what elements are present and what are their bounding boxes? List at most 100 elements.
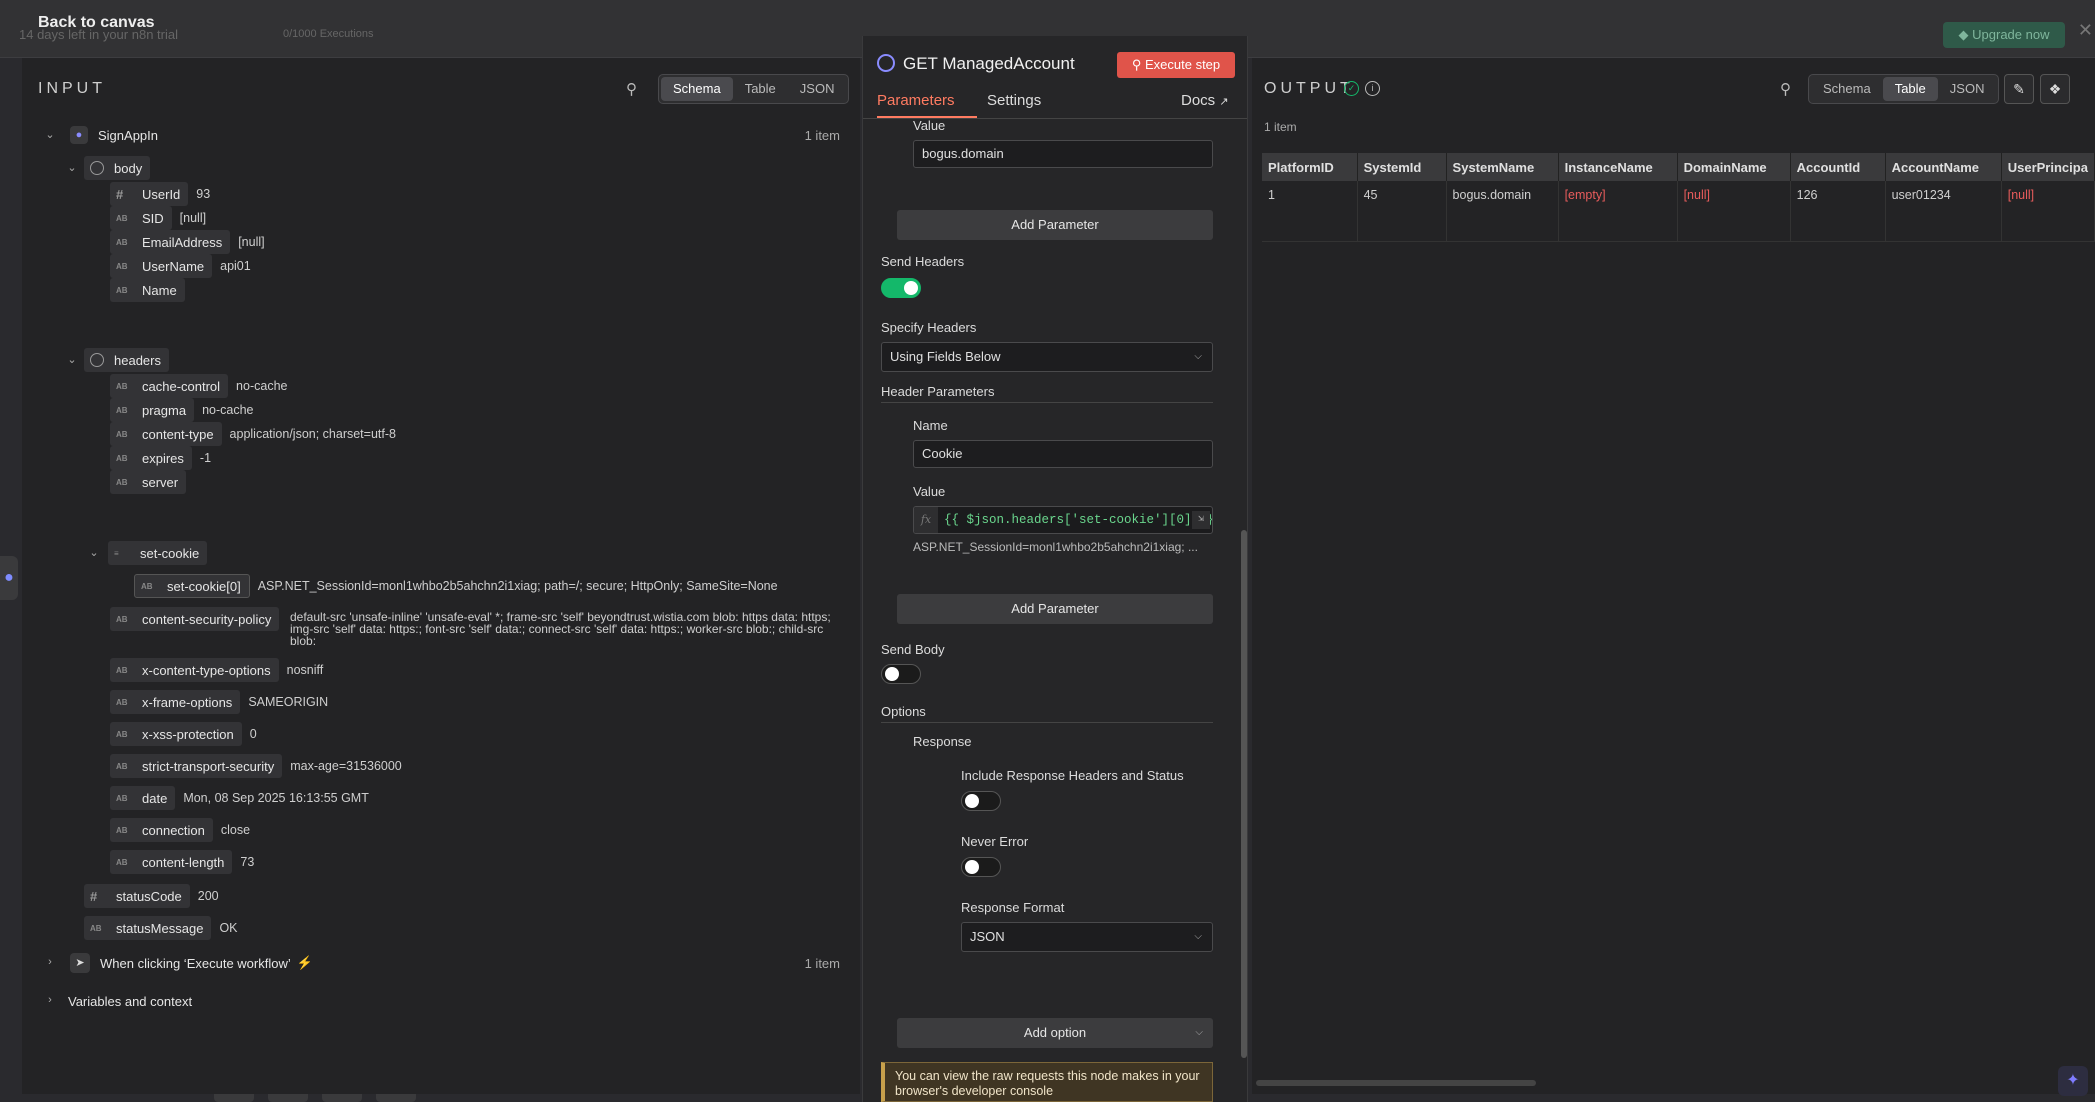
chevron-down-icon[interactable]: ⌄ xyxy=(66,353,78,366)
upgrade-button[interactable]: ◆ Upgrade now xyxy=(1943,22,2065,48)
send-headers-label: Send Headers xyxy=(881,254,965,269)
input-view-schema[interactable]: Schema xyxy=(661,77,733,101)
response-format-select[interactable]: JSON ⌵ xyxy=(961,922,1213,952)
input-title: INPUT xyxy=(38,80,106,97)
field-key: content-security-policy xyxy=(142,611,272,627)
column-header[interactable]: AccountName xyxy=(1885,153,2002,181)
field-x-frame-options[interactable]: AB x-frame-options SAMEORIGIN xyxy=(110,690,329,714)
table-cell[interactable]: 1 xyxy=(1262,181,1358,242)
column-header[interactable]: SystemName xyxy=(1446,153,1559,181)
search-icon[interactable]: ⚲ xyxy=(626,80,637,98)
value-field[interactable]: bogus.domain xyxy=(913,140,1213,168)
field-name[interactable]: AB Name xyxy=(110,278,193,302)
object-icon xyxy=(90,353,104,367)
tab-parameters[interactable]: Parameters xyxy=(877,92,955,109)
add-option-button[interactable]: Add option ⌵ xyxy=(897,1018,1213,1048)
field-key: pragma xyxy=(142,402,187,418)
specify-headers-select[interactable]: Using Fields Below ⌵ xyxy=(881,342,1213,372)
search-icon[interactable]: ⚲ xyxy=(1780,80,1791,98)
node-sign-app-in[interactable]: ● SignAppIn xyxy=(70,124,158,146)
node-trigger[interactable]: ➤ When clicking ‘Execute workflow’ ⚡ xyxy=(70,952,313,974)
field-value: default-src 'unsafe-inline' 'unsafe-eval… xyxy=(290,610,831,648)
info-icon[interactable]: i xyxy=(1365,81,1380,96)
fx-icon: fx xyxy=(914,507,938,533)
sparkle-icon[interactable]: ✦ xyxy=(2058,1066,2088,1096)
docs-link[interactable]: Docs ↗ xyxy=(1181,92,1229,109)
field-username[interactable]: AB UserName api01 xyxy=(110,254,251,278)
string-type-icon: AB xyxy=(116,857,128,867)
chevron-right-icon[interactable]: › xyxy=(44,994,56,1006)
add-parameter-button-2[interactable]: Add Parameter xyxy=(897,594,1213,624)
column-header[interactable]: PlatformID xyxy=(1262,153,1358,181)
expand-icon[interactable]: ⇲ xyxy=(1192,511,1210,529)
table-cell[interactable]: [empty] xyxy=(1558,181,1678,242)
chevron-down-icon[interactable]: ⌄ xyxy=(44,128,56,141)
header-name-field[interactable]: Cookie xyxy=(913,440,1213,468)
field-server[interactable]: AB server xyxy=(110,470,194,494)
table-cell[interactable]: bogus.domain xyxy=(1446,181,1559,242)
input-view-table[interactable]: Table xyxy=(733,77,788,101)
field-pragma[interactable]: AB pragma no-cache xyxy=(110,398,254,422)
string-type-icon: AB xyxy=(116,381,128,391)
field-key: cache-control xyxy=(142,378,221,394)
field-set-cookie-0[interactable]: AB set-cookie[0] ASP.NET_SessionId=monl1w… xyxy=(134,574,778,598)
field-content-type[interactable]: AB content-type application/json; charset=… xyxy=(110,422,396,446)
send-headers-toggle[interactable] xyxy=(881,278,921,298)
field-cache-control[interactable]: AB cache-control no-cache xyxy=(110,374,287,398)
field-statusMessage[interactable]: AB statusMessage OK xyxy=(84,916,238,940)
field-set-cookie[interactable]: ≡ set-cookie xyxy=(108,541,208,565)
field-key: strict-transport-security xyxy=(142,758,275,774)
pin-icon[interactable]: ❖ xyxy=(2040,74,2070,104)
field-userid[interactable]: # UserId 93 xyxy=(110,182,210,206)
output-view-json[interactable]: JSON xyxy=(1938,77,1997,101)
field-value: SAMEORIGIN xyxy=(248,695,329,709)
column-header[interactable]: UserPrincipa xyxy=(2001,153,2095,181)
field-content-length[interactable]: AB content-length 73 xyxy=(110,850,254,874)
output-view-table[interactable]: Table xyxy=(1882,77,1938,101)
send-body-toggle[interactable] xyxy=(881,664,921,684)
field-x-content-type-options[interactable]: AB x-content-type-options nosniff xyxy=(110,658,323,682)
field-key: server xyxy=(142,474,179,490)
close-icon[interactable]: ✕ xyxy=(2078,20,2093,41)
variables-context[interactable]: Variables and context xyxy=(68,990,192,1012)
field-date[interactable]: AB date Mon, 08 Sep 2025 16:13:55 GMT xyxy=(110,786,369,810)
params-scrollbar[interactable] xyxy=(1241,530,1247,1058)
field-chip: AB strict-transport-security xyxy=(110,754,283,778)
column-header[interactable]: SystemId xyxy=(1357,153,1447,181)
field-x-xss-protection[interactable]: AB x-xss-protection 0 xyxy=(110,722,257,746)
field-statusCode[interactable]: # statusCode 200 xyxy=(84,884,219,908)
chevron-right-icon[interactable]: › xyxy=(44,956,56,968)
field-key: EmailAddress xyxy=(142,234,223,250)
field-headers[interactable]: headers xyxy=(84,348,169,372)
column-header[interactable]: DomainName xyxy=(1677,153,1791,181)
table-cell[interactable]: [null] xyxy=(1677,181,1791,242)
add-parameter-button[interactable]: Add Parameter xyxy=(897,210,1213,240)
header-value-expression[interactable]: fx {{ $json.headers['set-cookie'][0] }} … xyxy=(913,506,1213,534)
chevron-down-icon[interactable]: ⌄ xyxy=(88,546,100,559)
field-emailaddress[interactable]: AB EmailAddress [null] xyxy=(110,230,265,254)
array-icon: ≡ xyxy=(114,548,119,558)
chevron-down-icon[interactable]: ⌄ xyxy=(66,161,78,174)
edit-icon[interactable]: ✎ xyxy=(2004,74,2034,104)
table-cell[interactable]: 45 xyxy=(1357,181,1447,242)
field-expires[interactable]: AB expires -1 xyxy=(110,446,211,470)
output-horizontal-scrollbar[interactable] xyxy=(1256,1080,1536,1086)
field-chip: AB cache-control xyxy=(110,374,229,398)
output-view-schema[interactable]: Schema xyxy=(1811,77,1883,101)
field-connection[interactable]: AB connection close xyxy=(110,818,250,842)
field-body[interactable]: body xyxy=(84,156,151,180)
execute-step-button[interactable]: ⚲ Execute step xyxy=(1117,52,1235,78)
never-error-toggle[interactable] xyxy=(961,857,1001,877)
include-headers-toggle[interactable] xyxy=(961,791,1001,811)
input-view-json[interactable]: JSON xyxy=(788,77,847,101)
globe-icon[interactable]: ● xyxy=(0,556,18,600)
field-sid[interactable]: AB SID [null] xyxy=(110,206,206,230)
column-header[interactable]: InstanceName xyxy=(1558,153,1678,181)
table-cell[interactable]: 126 xyxy=(1790,181,1886,242)
field-strict-transport-security[interactable]: AB strict-transport-security max-age=31536… xyxy=(110,754,402,778)
table-cell[interactable]: user01234 xyxy=(1885,181,2002,242)
table-cell[interactable]: [null] xyxy=(2001,181,2095,242)
column-header[interactable]: AccountId xyxy=(1790,153,1886,181)
tab-settings[interactable]: Settings xyxy=(987,92,1041,109)
execute-label: Execute step xyxy=(1144,57,1221,72)
